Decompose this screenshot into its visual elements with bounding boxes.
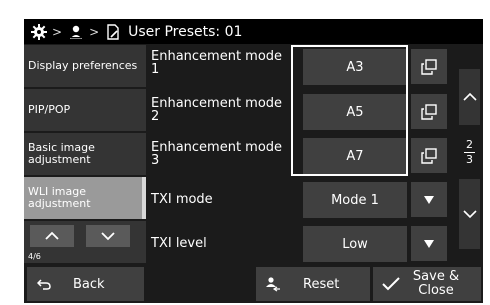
page-total: 3 <box>466 152 473 166</box>
reset-button[interactable]: Reset <box>256 267 370 301</box>
back-arrow-icon <box>37 279 51 290</box>
highlight-box <box>291 45 408 176</box>
sidebar-item-label: PIP/POP <box>28 103 71 116</box>
sidebar-page-indicator: 4/6 <box>28 252 41 261</box>
chevron-down-icon <box>101 232 115 241</box>
page-down-button[interactable] <box>459 179 480 249</box>
sidebar-pager: 4/6 <box>24 221 146 263</box>
value-text: Mode 1 <box>331 192 379 208</box>
sidebar-page-down-button[interactable] <box>86 225 130 247</box>
sidebar-item-display-preferences[interactable]: Display preferences <box>24 45 146 87</box>
reset-label: Reset <box>303 276 340 292</box>
page-indicator: 2 3 <box>459 127 480 177</box>
sidebar-item-basic-image-adjustment[interactable]: Basic image adjustment <box>24 133 146 175</box>
sidebar-item-wli-image-adjustment[interactable]: WLI image adjustment <box>24 177 146 219</box>
row-label-enhancement-mode-3: Enhancement mode 3 <box>151 140 283 168</box>
sidebar-page-up-button[interactable] <box>30 225 74 247</box>
gear-icon <box>30 23 47 40</box>
row-label-txi-mode: TXI mode <box>151 192 213 207</box>
sidebar-item-label: Basic image adjustment <box>28 141 95 166</box>
copy-icon <box>421 147 437 164</box>
header-bar: > > User Presets: 01 <box>24 19 483 44</box>
user-reset-icon <box>266 277 280 292</box>
breadcrumb-separator: > <box>52 24 63 39</box>
sidebar-item-pip-pop[interactable]: PIP/POP <box>24 89 146 131</box>
txi-mode-select[interactable]: Mode 1 <box>303 182 407 218</box>
save-close-button[interactable]: Save & Close <box>373 267 481 301</box>
user-presets-screen: > > User Presets: 01 Display preferences… <box>24 19 483 303</box>
page-title: User Presets: 01 <box>128 23 243 40</box>
checkmark-icon <box>382 277 400 291</box>
sidebar-item-label: Display preferences <box>28 59 138 72</box>
chevron-down-icon <box>462 210 477 219</box>
copy-icon <box>421 103 437 120</box>
txi-level-select[interactable]: Low <box>303 226 407 262</box>
save-close-label: Save & Close <box>412 269 460 298</box>
back-button[interactable]: Back <box>27 267 144 301</box>
row-label-enhancement-mode-1: Enhancement mode 1 <box>151 49 283 77</box>
enhancement-mode-3-copy-button[interactable] <box>411 138 447 173</box>
caret-down-icon <box>424 239 434 248</box>
enhancement-mode-2-copy-button[interactable] <box>411 94 447 129</box>
breadcrumb-separator: > <box>89 24 100 39</box>
page-current: 2 <box>466 137 473 151</box>
user-icon <box>67 23 84 40</box>
back-label: Back <box>73 276 105 292</box>
row-label-txi-level: TXI level <box>151 236 207 251</box>
breadcrumb: > > User Presets: 01 <box>24 23 242 40</box>
copy-icon <box>421 58 437 75</box>
sidebar-selection-marker <box>142 177 146 219</box>
row-label-enhancement-mode-2: Enhancement mode 2 <box>151 96 283 124</box>
page-up-button[interactable] <box>459 69 480 125</box>
value-text: Low <box>342 236 368 252</box>
document-icon <box>104 23 121 40</box>
sidebar-item-label: WLI image adjustment <box>28 185 91 210</box>
chevron-up-icon <box>45 231 59 240</box>
caret-down-icon <box>424 195 434 204</box>
txi-level-dropdown-button[interactable] <box>411 226 447 261</box>
chevron-up-icon <box>462 92 477 101</box>
txi-mode-dropdown-button[interactable] <box>411 182 447 217</box>
enhancement-mode-1-copy-button[interactable] <box>411 49 447 84</box>
